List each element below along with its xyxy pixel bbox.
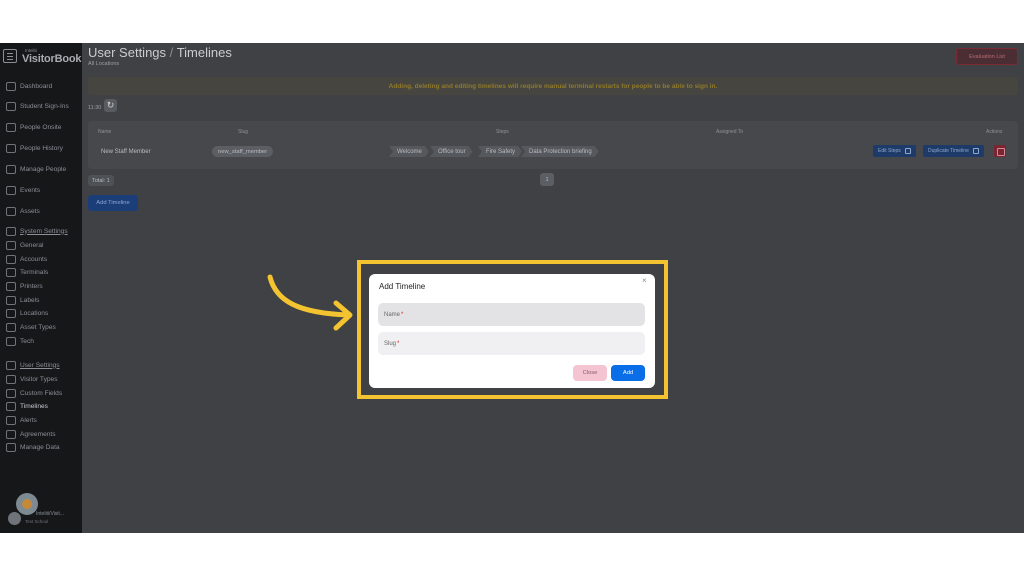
user-settings-icon	[6, 360, 16, 370]
calendar-icon	[6, 185, 16, 195]
column-header-steps: Steps	[496, 129, 509, 135]
breadcrumb-separator: /	[169, 45, 174, 60]
required-marker: *	[397, 340, 400, 347]
total-count-badge: Total: 1	[88, 175, 114, 186]
column-header-actions: Actions	[986, 129, 1003, 135]
name-field[interactable]: Name *	[378, 303, 645, 326]
sidebar-item-tech[interactable]: Tech	[6, 336, 34, 346]
refresh-icon[interactable]: ↻	[104, 99, 117, 112]
add-timeline-button[interactable]: Add Timeline	[88, 195, 138, 211]
logo-icon	[3, 49, 17, 63]
step-chip: Office tour	[430, 146, 473, 157]
user-profile[interactable]: Inteliti/Visit... Test School	[6, 493, 80, 527]
sidebar-item-manage-people[interactable]: Manage People	[6, 164, 66, 174]
delete-icon[interactable]	[994, 145, 1006, 157]
warning-banner: Adding, deleting and editing timelines w…	[88, 77, 1018, 95]
printer-icon	[6, 281, 16, 291]
sidebar: Inteliti VisitorBook Dashboard Student S…	[0, 43, 82, 533]
sidebar-section-user-settings[interactable]: User Settings	[6, 360, 60, 370]
close-button[interactable]: Close	[573, 365, 607, 381]
history-icon	[6, 143, 16, 153]
edit-steps-button[interactable]: Edit Steps	[873, 145, 916, 157]
brand-name: VisitorBook	[22, 53, 82, 65]
required-marker: *	[401, 311, 404, 318]
slug-placeholder: Slug	[384, 340, 397, 347]
settings-icon	[6, 226, 16, 236]
visitor-types-icon	[6, 374, 16, 384]
sidebar-item-alerts[interactable]: Alerts	[6, 415, 37, 425]
sidebar-item-printers[interactable]: Printers	[6, 281, 43, 291]
add-button[interactable]: Add	[611, 365, 645, 381]
gear-icon	[6, 240, 16, 250]
dashboard-icon	[6, 81, 16, 91]
assets-icon	[6, 206, 16, 216]
sidebar-item-agreements[interactable]: Agreements	[6, 429, 56, 439]
sidebar-item-visitor-types[interactable]: Visitor Types	[6, 374, 58, 384]
sidebar-item-locations[interactable]: Locations	[6, 308, 48, 318]
database-icon	[6, 442, 16, 452]
sidebar-item-people-onsite[interactable]: People Onsite	[6, 122, 61, 132]
accounts-icon	[6, 254, 16, 264]
last-updated-time: 11:30	[88, 105, 102, 111]
custom-fields-icon	[6, 388, 16, 398]
sidebar-item-assets[interactable]: Assets	[6, 206, 40, 216]
copy-icon	[972, 148, 979, 154]
sidebar-item-labels[interactable]: Labels	[6, 295, 39, 305]
user-organisation: Test School	[25, 519, 49, 524]
tech-icon	[6, 336, 16, 346]
evaluation-list-button[interactable]: Evaluation List	[956, 48, 1018, 65]
asset-types-icon	[6, 322, 16, 332]
edit-icon	[904, 148, 911, 154]
agreement-icon	[6, 429, 16, 439]
user-name: Inteliti/Visit...	[36, 511, 64, 517]
sidebar-item-dashboard[interactable]: Dashboard	[6, 81, 52, 91]
sidebar-item-student-sign-ins[interactable]: Student Sign-Ins	[6, 101, 69, 111]
close-icon[interactable]: ×	[642, 276, 647, 285]
sidebar-item-accounts[interactable]: Accounts	[6, 254, 47, 264]
timelines-table: Name Slug Steps Assigned To Actions New …	[88, 121, 1018, 169]
page-title: User Settings / Timelines	[88, 45, 232, 60]
location-scope: All Locations	[88, 61, 120, 67]
sidebar-item-events[interactable]: Events	[6, 185, 40, 195]
pagination-page-1[interactable]: 1	[540, 173, 554, 186]
curved-arrow-icon	[267, 274, 353, 331]
add-timeline-dialog: Add Timeline × Name * Slug * Close Add	[369, 274, 655, 388]
sidebar-item-terminals[interactable]: Terminals	[6, 267, 48, 277]
step-chip: Welcome	[389, 146, 429, 157]
sidebar-item-custom-fields[interactable]: Custom Fields	[6, 388, 62, 398]
sidebar-item-people-history[interactable]: People History	[6, 143, 63, 153]
duplicate-timeline-button[interactable]: Duplicate Timeline	[923, 145, 984, 157]
breadcrumb-section[interactable]: User Settings	[88, 45, 166, 60]
sidebar-section-system-settings[interactable]: System Settings	[6, 226, 68, 236]
sidebar-item-asset-types[interactable]: Asset Types	[6, 322, 56, 332]
step-chip: Fire Safety	[478, 146, 522, 157]
student-icon	[6, 101, 16, 111]
app-window: Inteliti VisitorBook Dashboard Student S…	[0, 43, 1024, 533]
label-icon	[6, 295, 16, 305]
column-header-slug: Slug	[238, 129, 249, 135]
slug-field[interactable]: Slug *	[378, 332, 645, 355]
brand-logo[interactable]: Inteliti VisitorBook	[3, 47, 82, 67]
school-logo	[16, 493, 38, 515]
manage-people-icon	[6, 164, 16, 174]
name-placeholder: Name	[384, 311, 401, 318]
sidebar-item-general[interactable]: General	[6, 240, 43, 250]
timeline-name-cell: New Staff Member	[101, 149, 151, 155]
location-pin-icon	[6, 308, 16, 318]
breadcrumb-current: Timelines	[176, 45, 232, 60]
terminal-icon	[6, 267, 16, 277]
dialog-title: Add Timeline	[379, 282, 426, 291]
step-chip: Data Protection briefing	[521, 146, 599, 157]
sidebar-item-manage-data[interactable]: Manage Data	[6, 442, 60, 452]
timeline-icon	[6, 401, 16, 411]
column-header-name: Name	[98, 129, 112, 135]
avatar	[8, 512, 21, 525]
alert-icon	[6, 415, 16, 425]
slug-chip: new_staff_member	[212, 146, 274, 157]
sidebar-item-timelines[interactable]: Timelines	[6, 401, 48, 411]
people-icon	[6, 122, 16, 132]
column-header-assigned-to: Assigned To	[716, 129, 744, 135]
